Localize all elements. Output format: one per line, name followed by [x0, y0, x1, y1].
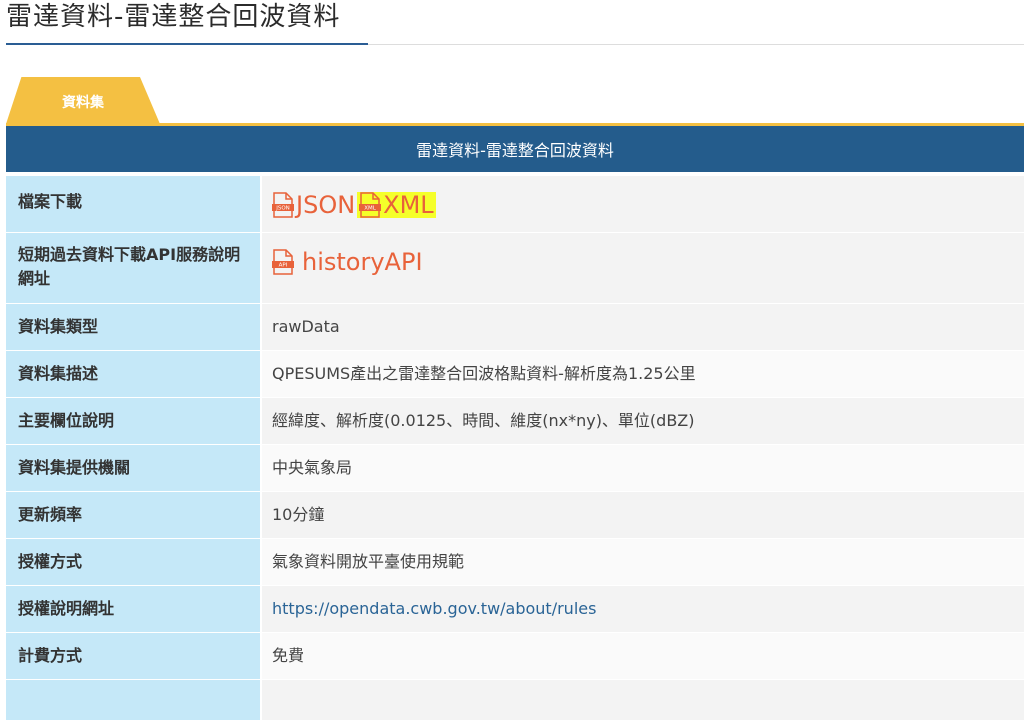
row-label: 資料集描述	[6, 351, 262, 397]
row-label: 短期過去資料下載API服務說明網址	[6, 233, 262, 303]
row-label: 授權說明網址	[6, 586, 262, 632]
row-value: 經緯度、解析度(0.0125、時間、維度(nx*ny)、單位(dBZ)	[262, 398, 1024, 444]
row-label: 主要欄位說明	[6, 398, 262, 444]
table-row: 主要欄位說明 經緯度、解析度(0.0125、時間、維度(nx*ny)、單位(dB…	[6, 398, 1024, 445]
row-value-history-api: API historyAPI	[262, 233, 1024, 303]
table-header: 雷達資料-雷達整合回波資料	[6, 126, 1024, 172]
page-title: 雷達資料-雷達整合回波資料	[6, 2, 341, 32]
tab-dataset[interactable]: 資料集	[6, 77, 160, 124]
json-link-label: JSON	[296, 191, 356, 219]
table-row: 授權說明網址 https://opendata.cwb.gov.tw/about…	[6, 586, 1024, 633]
row-value-empty	[262, 680, 1024, 720]
table-row: 資料集提供機關 中央氣象局	[6, 445, 1024, 492]
api-file-icon: API	[272, 249, 294, 275]
row-value: QPESUMS產出之雷達整合回波格點資料-解析度為1.25公里	[262, 351, 1024, 397]
row-label: 資料集提供機關	[6, 445, 262, 491]
json-download-link[interactable]: JSON JSON	[272, 192, 355, 218]
row-value: 氣象資料開放平臺使用規範	[262, 539, 1024, 585]
license-rules-link[interactable]: https://opendata.cwb.gov.tw/about/rules	[272, 597, 596, 621]
title-underline	[6, 43, 368, 45]
row-label: 更新頻率	[6, 492, 262, 538]
svg-text:XML: XML	[364, 206, 377, 212]
row-value: rawData	[262, 304, 1024, 350]
table-row-history-api: 短期過去資料下載API服務說明網址 API historyAPI	[6, 233, 1024, 304]
row-value: 10分鐘	[262, 492, 1024, 538]
table-row: 資料集描述 QPESUMS產出之雷達整合回波格點資料-解析度為1.25公里	[6, 351, 1024, 398]
row-value: 免費	[262, 633, 1024, 679]
row-label: 計費方式	[6, 633, 262, 679]
row-label: 檔案下載	[6, 176, 262, 232]
row-value-downloads: JSON JSON XML XML	[262, 176, 1024, 232]
table-row: 計費方式 免費	[6, 633, 1024, 680]
table-row: 更新頻率 10分鐘	[6, 492, 1024, 539]
row-label: 授權方式	[6, 539, 262, 585]
row-label: 資料集類型	[6, 304, 262, 350]
svg-text:JSON: JSON	[275, 206, 290, 212]
table-row: 授權方式 氣象資料開放平臺使用規範	[6, 539, 1024, 586]
history-api-link[interactable]: API historyAPI	[272, 249, 423, 275]
dataset-table: 雷達資料-雷達整合回波資料 檔案下載 JSON JSON XML XML 短期過…	[6, 126, 1024, 721]
svg-text:API: API	[279, 263, 288, 269]
tab-dataset-label: 資料集	[62, 94, 104, 111]
table-row-partial	[6, 680, 1024, 721]
xml-file-icon: XML	[359, 192, 382, 218]
json-file-icon: JSON	[272, 192, 294, 218]
history-api-label: historyAPI	[302, 248, 423, 276]
xml-link-label: XML	[383, 191, 434, 219]
table-header-title: 雷達資料-雷達整合回波資料	[416, 141, 614, 160]
xml-download-link[interactable]: XML XML	[357, 192, 436, 218]
row-label-empty	[6, 680, 262, 720]
title-divider	[368, 44, 1024, 45]
table-row: 資料集類型 rawData	[6, 304, 1024, 351]
table-row-download: 檔案下載 JSON JSON XML XML	[6, 176, 1024, 233]
row-value: 中央氣象局	[262, 445, 1024, 491]
row-value-rules-url: https://opendata.cwb.gov.tw/about/rules	[262, 586, 1024, 632]
